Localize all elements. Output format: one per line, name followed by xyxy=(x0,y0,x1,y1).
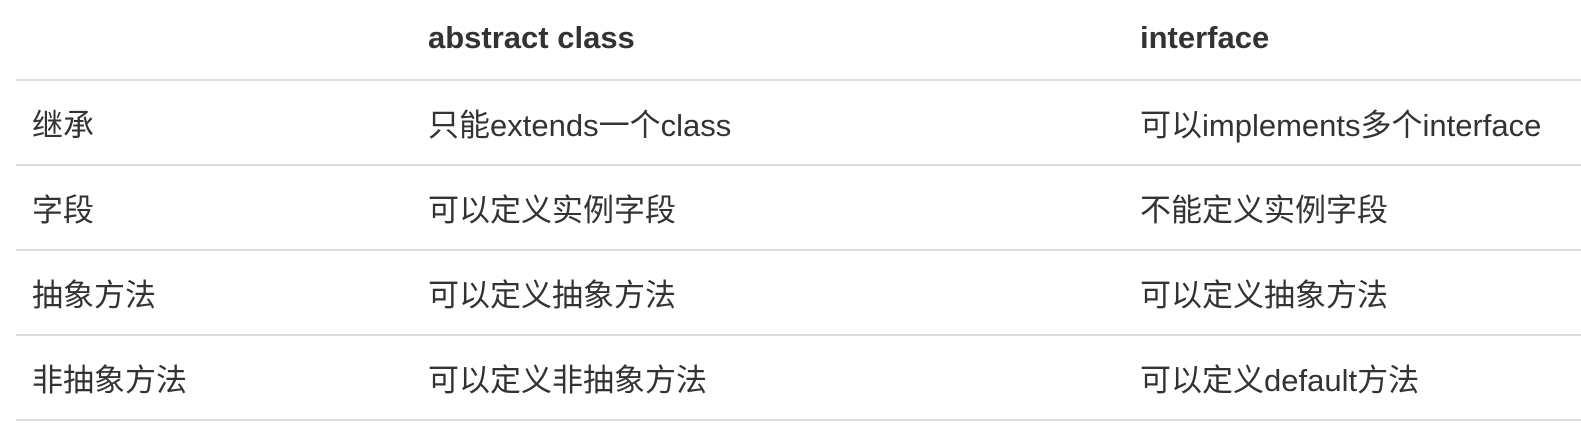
table-row: 字段 可以定义实例字段 不能定义实例字段 xyxy=(16,166,1581,251)
table-row: 非抽象方法 可以定义非抽象方法 可以定义default方法 xyxy=(16,336,1581,421)
row-label: 非抽象方法 xyxy=(32,363,187,398)
row-label: 抽象方法 xyxy=(32,278,156,313)
table-row: 继承 只能extends一个class 可以implements多个interf… xyxy=(16,81,1581,166)
abstract-class-cell: 可以定义实例字段 xyxy=(428,193,676,228)
header-cell-abstract-class: abstract class xyxy=(428,20,635,55)
interface-cell: 可以implements多个interface xyxy=(1140,108,1542,143)
table-header-row: abstract class interface xyxy=(16,0,1581,81)
row-label: 字段 xyxy=(32,193,94,228)
interface-cell: 可以定义default方法 xyxy=(1140,363,1420,398)
interface-cell: 不能定义实例字段 xyxy=(1140,193,1388,228)
abstract-class-cell: 只能extends一个class xyxy=(428,108,732,143)
row-label: 继承 xyxy=(32,108,94,143)
abstract-class-cell: 可以定义抽象方法 xyxy=(428,278,676,313)
interface-cell: 可以定义抽象方法 xyxy=(1140,278,1388,313)
table-row: 抽象方法 可以定义抽象方法 可以定义抽象方法 xyxy=(16,251,1581,336)
abstract-class-cell: 可以定义非抽象方法 xyxy=(428,363,707,398)
comparison-table: abstract class interface 继承 只能extends一个c… xyxy=(16,0,1581,421)
header-cell-interface: interface xyxy=(1140,20,1270,55)
